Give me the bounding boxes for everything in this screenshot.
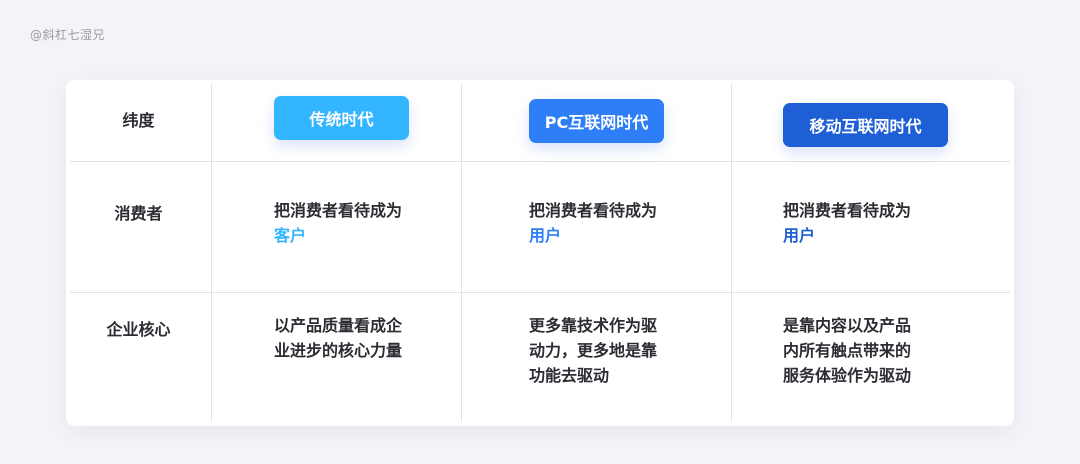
cell-text: 内所有触点带来的 (783, 341, 912, 360)
cell-consumer-traditional: 把消费者看待成为 客户 (274, 198, 402, 248)
row-divider (70, 292, 1010, 293)
cell-consumer-mobile: 把消费者看待成为 用户 (783, 198, 911, 248)
cell-highlight: 用户 (783, 226, 816, 245)
cell-consumer-pc: 把消费者看待成为 用户 (529, 198, 657, 248)
cell-highlight: 用户 (529, 226, 562, 245)
column-divider (211, 84, 212, 422)
cell-text: 功能去驱动 (529, 366, 610, 385)
cell-core-mobile: 是靠内容以及产品 内所有触点带来的 服务体验作为驱动 (783, 313, 911, 388)
header-label: 纬度 (122, 111, 155, 130)
row-label-consumer: 消费者 (114, 204, 163, 223)
cell-text: 是靠内容以及产品 (783, 316, 912, 335)
cell-text: 更多靠技术作为驱 (529, 316, 658, 335)
cell-text: 业进步的核心力量 (274, 341, 403, 360)
column-divider (731, 84, 732, 422)
watermark: @斜杠七湿兄 (30, 28, 106, 42)
cell-text: 以产品质量看成企 (274, 316, 403, 335)
row-divider (70, 161, 1010, 162)
comparison-table: 纬度 传统时代 PC互联网时代 移动互联网时代 消费者 把消费者看待成为 客户 … (66, 80, 1014, 426)
column-divider (461, 84, 462, 422)
cell-text: 把消费者看待成为 (274, 201, 403, 220)
era-traditional-pill: 传统时代 (274, 96, 409, 140)
cell-highlight: 客户 (274, 226, 307, 245)
cell-core-traditional: 以产品质量看成企 业进步的核心力量 (274, 313, 402, 363)
cell-core-pc: 更多靠技术作为驱 动力，更多地是靠 功能去驱动 (529, 313, 657, 388)
cell-text: 把消费者看待成为 (783, 201, 912, 220)
cell-text: 把消费者看待成为 (529, 201, 658, 220)
era-pc-internet-pill: PC互联网时代 (529, 99, 664, 143)
cell-text: 服务体验作为驱动 (783, 366, 912, 385)
era-mobile-internet-pill: 移动互联网时代 (783, 103, 948, 147)
row-label-enterprise-core: 企业核心 (106, 320, 171, 339)
cell-text: 动力，更多地是靠 (529, 341, 658, 360)
